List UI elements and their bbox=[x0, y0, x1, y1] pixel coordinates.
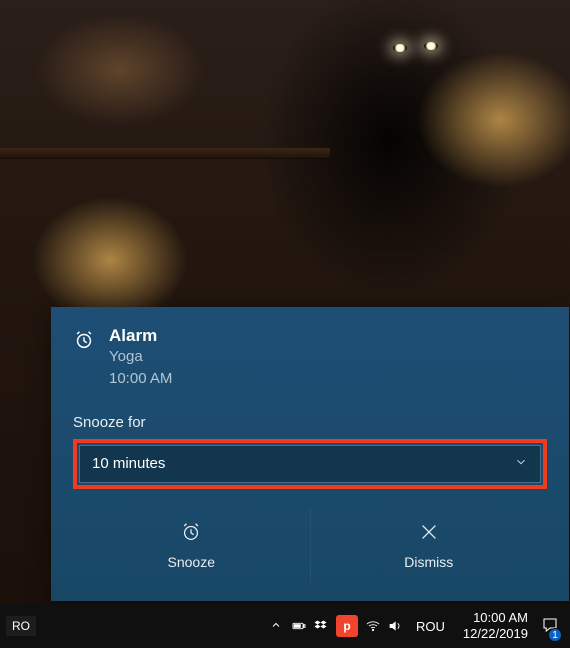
taskbar: RO p ROU 10:00 bbox=[0, 604, 570, 648]
snooze-for-label: Snooze for bbox=[73, 414, 547, 431]
alarm-icon bbox=[73, 329, 95, 351]
alarm-clock-icon bbox=[180, 521, 202, 546]
wallpaper-detail bbox=[0, 148, 330, 158]
input-language-button[interactable]: ROU bbox=[416, 619, 445, 634]
desktop-wallpaper: Alarm Yoga 10:00 AM Snooze for 10 minute… bbox=[0, 0, 570, 648]
dismiss-button[interactable]: Dismiss bbox=[310, 509, 548, 583]
toast-header: Alarm Yoga 10:00 AM bbox=[73, 325, 547, 390]
snooze-duration-value: 10 minutes bbox=[92, 455, 165, 472]
pinned-app-letter: p bbox=[343, 619, 350, 633]
taskbar-time: 10:00 AM bbox=[463, 610, 528, 626]
snooze-button[interactable]: Snooze bbox=[73, 509, 310, 583]
snooze-button-label: Snooze bbox=[168, 554, 215, 570]
taskbar-clock[interactable]: 10:00 AM 12/22/2019 bbox=[463, 610, 528, 643]
wallpaper-detail bbox=[424, 42, 438, 50]
alarm-notification-toast: Alarm Yoga 10:00 AM Snooze for 10 minute… bbox=[51, 307, 569, 601]
tray-overflow-button[interactable] bbox=[270, 619, 282, 634]
toast-title: Alarm bbox=[109, 325, 172, 346]
notification-count-badge: 1 bbox=[548, 628, 562, 642]
language-indicator[interactable]: RO bbox=[6, 616, 36, 636]
highlight-annotation: 10 minutes bbox=[73, 439, 547, 489]
chevron-down-icon bbox=[514, 455, 528, 473]
taskbar-date: 12/22/2019 bbox=[463, 626, 528, 642]
dropbox-icon[interactable] bbox=[310, 604, 332, 648]
battery-icon[interactable] bbox=[288, 604, 310, 648]
toast-alarm-name: Yoga bbox=[109, 346, 172, 368]
action-center-button[interactable]: 1 bbox=[536, 604, 564, 648]
dismiss-button-label: Dismiss bbox=[404, 554, 453, 570]
toast-alarm-time: 10:00 AM bbox=[109, 368, 172, 390]
pinned-app-icon[interactable]: p bbox=[336, 615, 358, 637]
toast-actions: Snooze Dismiss bbox=[73, 509, 547, 583]
wifi-icon[interactable] bbox=[362, 604, 384, 648]
volume-icon[interactable] bbox=[384, 604, 406, 648]
close-icon bbox=[418, 521, 440, 546]
wallpaper-detail bbox=[393, 44, 407, 52]
snooze-duration-dropdown[interactable]: 10 minutes bbox=[79, 445, 541, 483]
